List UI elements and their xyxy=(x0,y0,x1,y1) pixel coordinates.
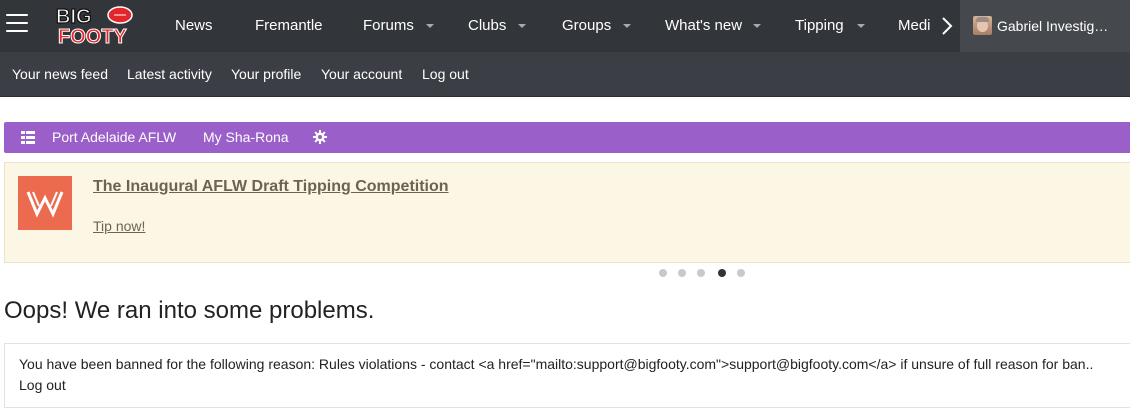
chevron-down-icon[interactable] xyxy=(857,22,865,30)
carousel-dot-active[interactable] xyxy=(718,269,726,277)
nav-forums[interactable]: Forums xyxy=(363,0,414,52)
nav-groups[interactable]: Groups xyxy=(562,0,611,52)
account-subnav: Your news feed Latest activity Your prof… xyxy=(0,52,1130,97)
breadcrumb-port-adelaide-aflw[interactable]: Port Adelaide AFLW xyxy=(52,122,176,153)
user-menu[interactable]: Gabriel Investig… xyxy=(960,0,1130,52)
chevron-down-icon[interactable] xyxy=(426,22,434,30)
logo-text-big: BIG xyxy=(56,6,92,28)
carousel-dot[interactable] xyxy=(697,269,705,277)
gear-icon[interactable] xyxy=(313,130,327,144)
nav-media[interactable]: Medi xyxy=(898,0,932,52)
breadcrumb: Port Adelaide AFLW My Sha-Rona xyxy=(4,122,1130,153)
error-message-box: You have been banned for the following r… xyxy=(4,343,1130,408)
tip-now-link[interactable]: Tip now! xyxy=(93,218,145,234)
ban-message: You have been banned for the following r… xyxy=(19,356,1094,372)
aflw-logo[interactable] xyxy=(18,176,72,230)
logout-link[interactable]: Log out xyxy=(19,377,66,393)
subnav-profile[interactable]: Your profile xyxy=(231,52,301,96)
nav-fremantle[interactable]: Fremantle xyxy=(255,0,323,52)
subnav-logout[interactable]: Log out xyxy=(422,52,469,96)
chevron-down-icon[interactable] xyxy=(623,22,631,30)
notice-banner: The Inaugural AFLW Draft Tipping Competi… xyxy=(4,162,1130,263)
nav-clubs[interactable]: Clubs xyxy=(468,0,506,52)
subnav-news-feed[interactable]: Your news feed xyxy=(12,52,108,96)
chevron-right-icon[interactable] xyxy=(940,16,954,36)
breadcrumb-my-sha-rona[interactable]: My Sha-Rona xyxy=(203,122,289,153)
nav-news[interactable]: News xyxy=(175,0,213,52)
carousel-dot[interactable] xyxy=(659,269,667,277)
avatar xyxy=(973,16,992,35)
aflw-w-icon xyxy=(26,191,64,218)
error-heading: Oops! We ran into some problems. xyxy=(4,297,375,324)
user-name: Gabriel Investig… xyxy=(997,18,1109,34)
carousel-dot[interactable] xyxy=(678,269,686,277)
subnav-account[interactable]: Your account xyxy=(321,52,402,96)
chevron-down-icon[interactable] xyxy=(753,22,761,30)
nav-whats-new[interactable]: What's new xyxy=(665,0,742,52)
nav-tipping[interactable]: Tipping xyxy=(795,0,844,52)
logo-text-footy: FOOTY xyxy=(58,26,128,46)
notice-title-link[interactable]: The Inaugural AFLW Draft Tipping Competi… xyxy=(93,178,449,196)
menu-icon[interactable] xyxy=(6,13,28,35)
grid-menu-icon[interactable] xyxy=(21,131,35,144)
bigfooty-logo[interactable]: BIG FOOTY xyxy=(54,4,144,46)
subnav-latest-activity[interactable]: Latest activity xyxy=(127,52,212,96)
carousel-dot[interactable] xyxy=(737,269,745,277)
top-navigation-bar: BIG FOOTY News Fremantle Forums Clubs Gr… xyxy=(0,0,1130,52)
chevron-down-icon[interactable] xyxy=(518,22,526,30)
